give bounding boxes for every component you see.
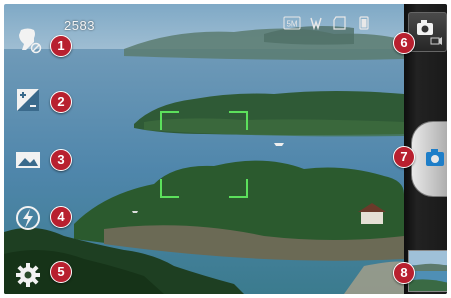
brightness-icon[interactable] [12, 84, 44, 116]
camera-viewfinder: 2583 5M 1 2 3 4 5 6 7 8 [4, 4, 447, 294]
shutter-button[interactable] [411, 121, 447, 197]
callout-6: 6 [393, 32, 415, 54]
remaining-shots-count: 2583 [64, 18, 95, 33]
callout-7: 7 [393, 146, 415, 168]
callout-3: 3 [50, 149, 72, 171]
memory-card-icon [331, 16, 349, 30]
flash-auto-icon[interactable] [12, 202, 44, 234]
callout-2: 2 [50, 91, 72, 113]
resolution-5m-icon: 5M [283, 16, 301, 30]
status-icons-bar: 5M [283, 16, 373, 30]
white-balance-auto-icon [307, 16, 325, 30]
settings-icon[interactable] [12, 259, 44, 291]
callout-1: 1 [50, 35, 72, 57]
callout-8: 8 [393, 262, 415, 284]
shutter-camera-icon [426, 149, 444, 166]
svg-text:5M: 5M [286, 20, 297, 29]
callout-4: 4 [50, 206, 72, 228]
callout-5: 5 [50, 261, 72, 283]
scene-mode-icon[interactable] [12, 144, 44, 176]
battery-icon [355, 16, 373, 30]
swap-lens-disabled-icon[interactable] [12, 24, 44, 56]
